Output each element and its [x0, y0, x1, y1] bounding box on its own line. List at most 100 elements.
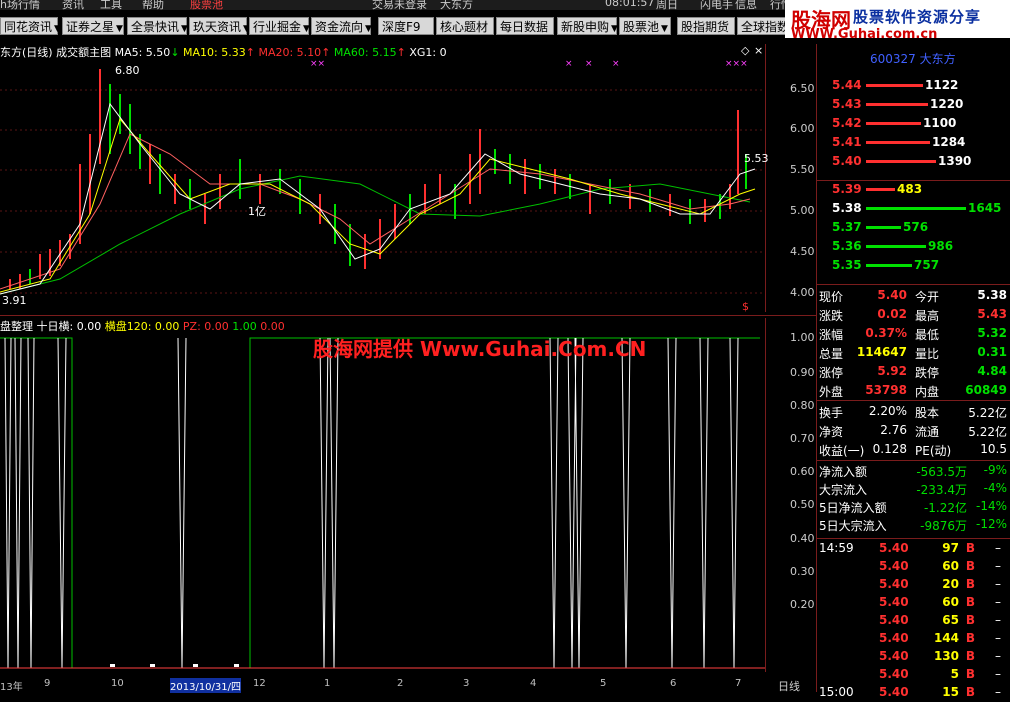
btn-jiutian-label: 玖天资讯: [193, 20, 242, 34]
btn-zhengquan[interactable]: 证券之星 ▼: [62, 17, 124, 35]
divider: [816, 284, 1010, 285]
divider: [816, 180, 1010, 181]
btn-qihuo[interactable]: 股指期货: [677, 17, 735, 35]
indicator-chart[interactable]: [0, 318, 766, 672]
xg1-value: XG1: 0: [409, 46, 447, 59]
stat-label: 股本: [915, 406, 940, 420]
tick-price: 5.40: [879, 559, 909, 573]
menu-news[interactable]: 资讯: [62, 0, 84, 10]
bid-row[interactable]: 5.36: [832, 239, 862, 256]
tick-row: 5.40 65 B –: [819, 613, 1009, 630]
stat-value: 0.37%: [865, 326, 907, 340]
tick-volume: 144: [933, 631, 959, 645]
btn-quanjing[interactable]: 全景快讯 ▼: [127, 17, 188, 35]
ask-row[interactable]: 5.40: [832, 154, 862, 171]
tick-row: 14:59 5.40 97 B –: [819, 541, 1009, 558]
flow-row: 5日净流入额 -1.22亿 -14%: [819, 499, 1009, 516]
btn-hexin[interactable]: 核心题材: [436, 17, 494, 35]
ask-volume: 1100: [923, 116, 957, 130]
ask-row[interactable]: 5.41: [832, 135, 862, 152]
stat-label: 外盘: [819, 385, 844, 399]
y-tick: 4.50: [790, 245, 815, 258]
ask-row[interactable]: 5.42: [832, 116, 862, 133]
dropdown-icon: ▼: [611, 24, 618, 34]
tick-dash: –: [995, 649, 1001, 663]
btn-f9[interactable]: 深度F9: [378, 17, 434, 35]
tick-dash: –: [995, 595, 1001, 609]
flow-row: 净流入额 -563.5万 -9%: [819, 463, 1009, 480]
btn-meiri[interactable]: 每日数据: [496, 17, 554, 35]
ask-row[interactable]: 5.44: [832, 78, 862, 95]
main-indicator-bar: 东方(日线) 成交额主图 MA5: 5.50↓ MA10: 5.33↑ MA20…: [0, 44, 447, 59]
tick-volume: 60: [942, 559, 959, 573]
stat-label: 量比: [915, 347, 940, 361]
signal-markers: ×× × × × ×××: [310, 59, 748, 69]
tick-row: 5.40 60 B –: [819, 595, 1009, 612]
flow-value: -1.22亿: [923, 501, 967, 515]
tick-side: B: [965, 631, 975, 645]
btn-quanqiu[interactable]: 全球指数: [737, 17, 787, 35]
low-price-label: 3.91: [2, 294, 27, 307]
stat-label: 涨跌: [819, 309, 844, 323]
bid-row[interactable]: 5.38: [832, 201, 862, 218]
btn-hangye[interactable]: 行业掘金 ▼: [249, 17, 310, 35]
stat-value: 5.32: [977, 326, 1007, 340]
bid-volume-bar: [866, 207, 966, 210]
close-icon[interactable]: ×: [754, 44, 763, 57]
date-label: 9: [44, 678, 51, 689]
stat-row: 涨跌 0.02 最高 5.43: [819, 307, 1009, 324]
date-label: 7: [735, 678, 742, 689]
diamond-icon[interactable]: ◇: [741, 44, 749, 57]
ask-price: 5.41: [832, 135, 862, 149]
tick-side: B: [965, 649, 975, 663]
flow-value: -233.4万: [916, 483, 967, 497]
stock-name-top: 大东方: [440, 0, 473, 10]
stat-value: 0.128: [872, 442, 907, 456]
date-cursor-label: 2013/10/31/四: [170, 678, 242, 693]
bid-row[interactable]: 5.35: [832, 258, 862, 275]
date-label: 10: [111, 678, 124, 689]
menu-stock-pool[interactable]: 股票池: [190, 0, 223, 10]
menu-market[interactable]: h场行情: [0, 0, 40, 10]
ask-volume: 1122: [925, 78, 959, 92]
menu-lightning[interactable]: 闪电手: [700, 0, 733, 10]
ask-volume-bar: [866, 160, 936, 163]
menu-tools[interactable]: 工具: [100, 0, 122, 10]
tick-side: B: [965, 685, 975, 699]
tick-dash: –: [995, 541, 1001, 555]
btn-meiri-label: 每日数据: [500, 20, 549, 34]
tick-dash: –: [995, 559, 1001, 573]
btn-gupiaochi[interactable]: 股票池 ▼: [619, 17, 671, 35]
stat-value: 114647: [856, 345, 907, 359]
ask-price: 5.44: [832, 78, 862, 92]
signal-pulses: [4, 337, 739, 669]
btn-tonghua[interactable]: 同花资讯 ▼: [0, 17, 61, 35]
tick-side: B: [965, 613, 975, 627]
stat-value: 5.22亿: [968, 406, 1007, 420]
date-label: 1: [324, 678, 331, 689]
stat-value: 2.20%: [868, 404, 907, 418]
ma20-up-arrow-icon: ↑: [321, 46, 331, 59]
tick-price: 5.40: [879, 577, 909, 591]
volume-yi-label: 1亿: [248, 205, 266, 218]
ask-row[interactable]: 5.43: [832, 97, 862, 114]
stat-label: 最高: [915, 309, 940, 323]
tick-volume: 5: [950, 667, 959, 681]
dropdown-icon: ▼: [303, 24, 310, 34]
bid-row[interactable]: 5.39: [832, 182, 862, 199]
fundamental-row: 换手 2.20% 股本 5.22亿: [819, 404, 1009, 421]
y-tick: 0.60: [790, 465, 815, 478]
menu-help[interactable]: 帮助: [142, 0, 164, 10]
tick-time: 14:59: [819, 541, 854, 555]
tick-price: 5.40: [879, 631, 909, 645]
btn-xingu[interactable]: 新股申购 ▼: [557, 17, 618, 35]
btn-jiutian[interactable]: 玖天资讯 ▼: [189, 17, 250, 35]
y-tick: 0.50: [790, 498, 815, 511]
flow-value: -9876万: [920, 519, 967, 533]
menu-info[interactable]: 信息: [735, 0, 757, 10]
ask-volume: 1284: [932, 135, 966, 149]
kline-chart[interactable]: ×× × × × ×××: [0, 44, 766, 312]
btn-zijin[interactable]: 资金流向 ▼: [311, 17, 372, 35]
y-tick: 1.00: [790, 331, 815, 344]
bid-row[interactable]: 5.37: [832, 220, 862, 237]
